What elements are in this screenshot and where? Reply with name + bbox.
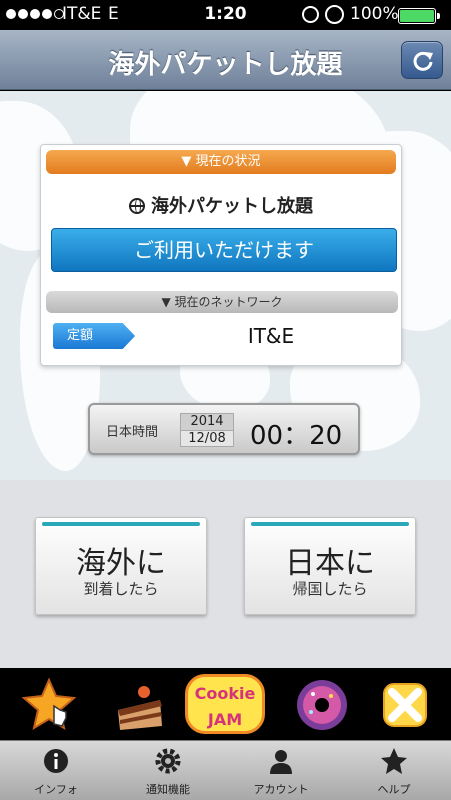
ad-banner[interactable]: Cookie JAM [0, 668, 451, 740]
candy-icon[interactable] [376, 676, 434, 734]
person-icon [270, 750, 292, 774]
cookie-jam-text: Cookie JAM [194, 684, 256, 729]
japan-time-value: 00：20 [250, 421, 343, 451]
star-tap-icon[interactable] [20, 676, 78, 734]
battery-percent: 100% [350, 4, 399, 24]
gear-icon [155, 748, 181, 774]
donut-icon[interactable] [293, 676, 351, 734]
year-text: 2014 [181, 414, 233, 431]
tab-notifications-label: 通知機能 [146, 783, 190, 796]
tab-notifications[interactable]: 通知機能 [112, 741, 224, 800]
status-bar: IT&E E 1:20 100% [0, 0, 451, 30]
info-icon [44, 749, 68, 773]
arrived-abroad-main: 海外に [76, 546, 166, 581]
tab-account[interactable]: アカウント [225, 741, 337, 800]
network-carrier-name: IT&E [247, 324, 295, 348]
tab-info[interactable]: インフォ [0, 741, 112, 800]
plan-badge: 定額 [53, 323, 135, 349]
japan-time-label: 日本時間 [106, 425, 159, 440]
refresh-icon [413, 51, 433, 71]
status-card: ▼ 現在の状況 海外パケットし放題 ご利用いただけます ▼ 現在のネットワーク … [40, 144, 402, 366]
service-logo: 海外パケットし放題 [41, 192, 401, 218]
page-title: 海外パケットし放題 [108, 50, 343, 80]
current-network-header: ▼ 現在のネットワーク [46, 291, 398, 313]
tab-bar: インフォ 通知機能 アカウント ヘルプ [0, 740, 451, 800]
date-display: 2014 12/08 [180, 413, 234, 447]
star-icon [381, 748, 407, 774]
globe-icon [129, 198, 145, 214]
tab-help[interactable]: ヘルプ [338, 741, 450, 800]
arrived-abroad-sub: 到着したら [83, 580, 159, 598]
current-status-header: ▼ 現在の状況 [46, 150, 396, 174]
tab-info-label: インフォ [34, 783, 78, 796]
tab-help-label: ヘルプ [377, 783, 411, 796]
battery-icon [398, 8, 440, 24]
navigation-bar: 海外パケットし放題 [0, 30, 451, 90]
tab-account-label: アカウント [253, 783, 309, 796]
arrived-abroad-button[interactable]: 海外に 到着したら [35, 517, 207, 615]
action-area: 海外に 到着したら 日本に 帰国したら [0, 480, 451, 668]
date-text: 12/08 [188, 431, 226, 446]
returned-japan-sub: 帰国したら [292, 580, 368, 598]
rotation-lock-icon [302, 6, 319, 23]
cake-icon[interactable] [110, 676, 168, 734]
cookie-jam-logo[interactable]: Cookie JAM [185, 674, 265, 734]
refresh-button[interactable] [401, 41, 443, 79]
service-name: 海外パケットし放題 [151, 196, 313, 217]
returned-japan-main: 日本に [285, 546, 375, 581]
japan-time-clock: 日本時間 2014 12/08 00：20 [88, 403, 360, 455]
returned-japan-button[interactable]: 日本に 帰国したら [244, 517, 416, 615]
alarm-icon [325, 5, 344, 24]
availability-button[interactable]: ご利用いただけます [51, 228, 397, 272]
